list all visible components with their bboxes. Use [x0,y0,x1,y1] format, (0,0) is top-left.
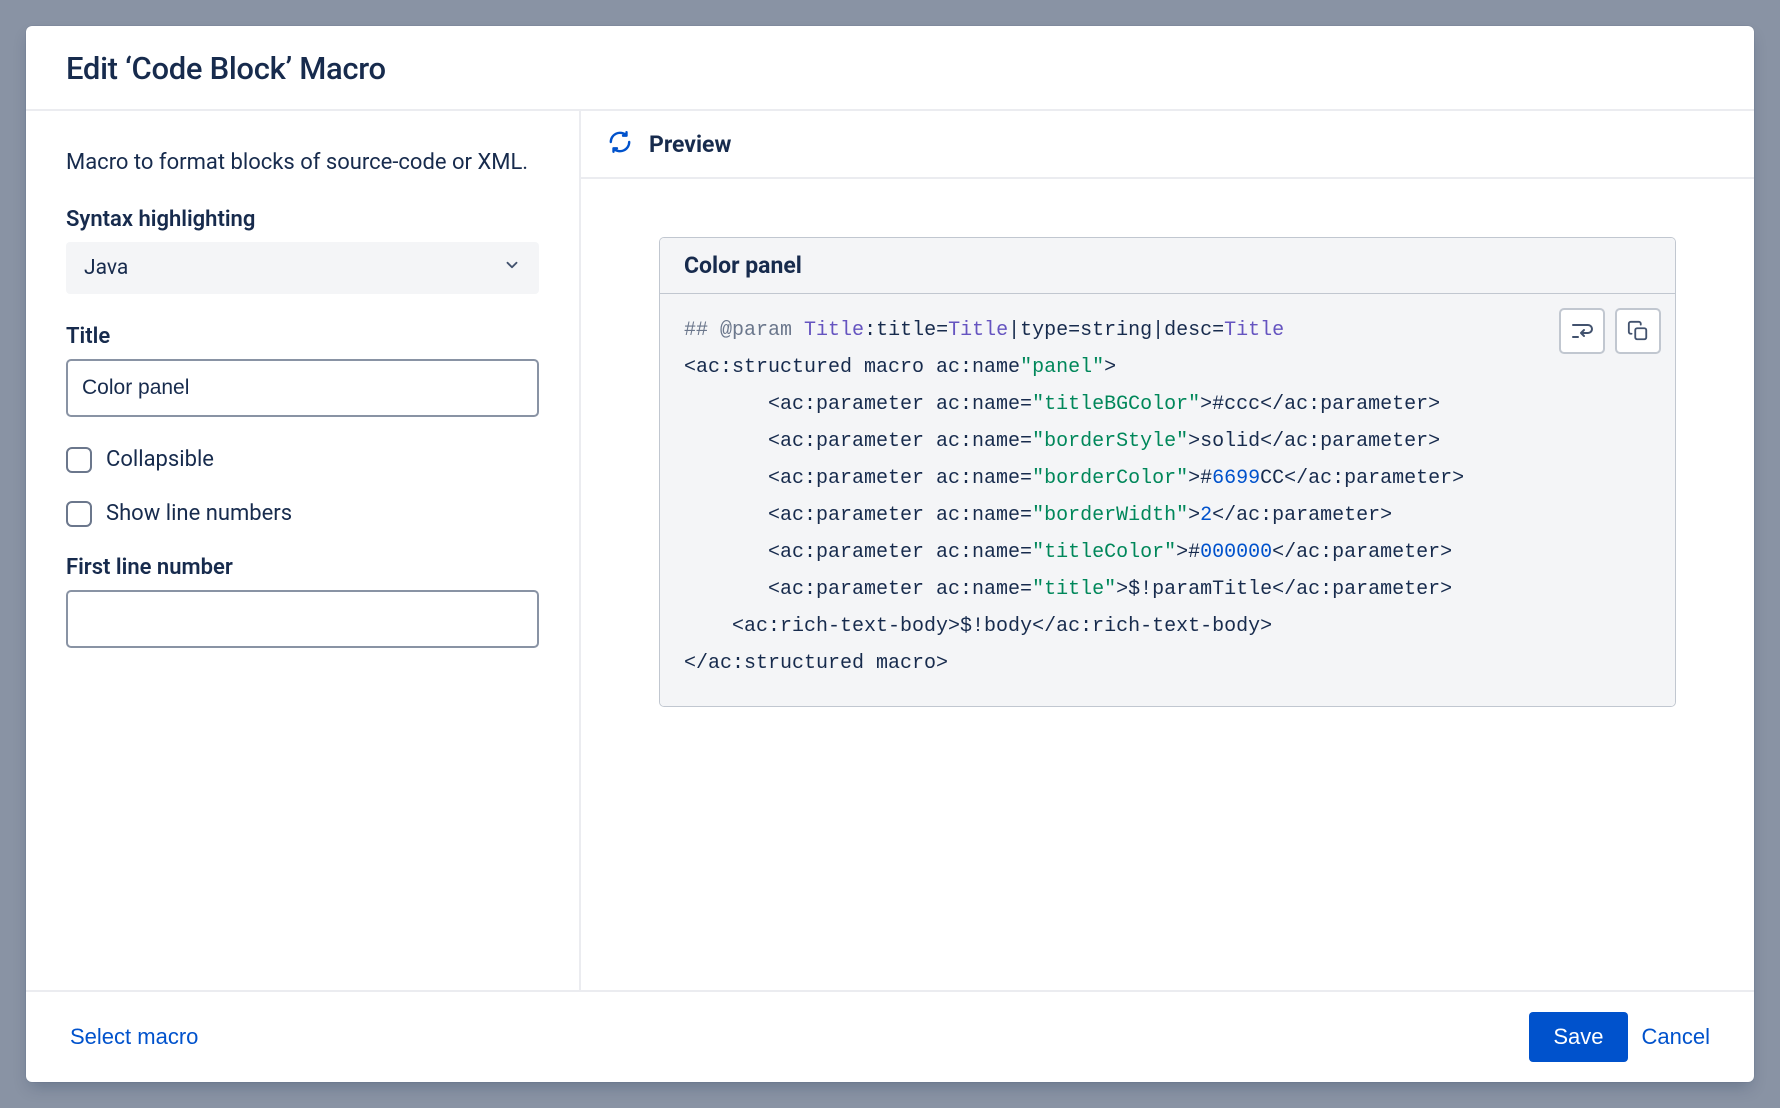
dialog-footer: Select macro Save Cancel [26,990,1754,1082]
first-line-field-group: First line number [66,555,539,648]
code-token: </ac:parameter> [1212,504,1392,527]
chevron-down-icon [503,256,521,280]
code-panel-title: Color panel [660,238,1675,294]
select-macro-link[interactable]: Select macro [66,1016,202,1058]
code-token: >solid</ac:parameter> [1188,430,1440,453]
code-token: 6699 [1212,467,1260,490]
preview-title: Preview [649,131,731,158]
code-token [684,541,768,564]
collapsible-checkbox[interactable] [66,447,92,473]
code-token: ## [684,319,720,342]
preview-pane: Preview Color panel ## @param Title:titl… [581,111,1754,990]
code-token: </ac:parameter> [1272,541,1452,564]
collapsible-label: Collapsible [106,447,214,472]
code-token: <ac:parameter ac:name= [768,504,1032,527]
title-field-group: Title [66,324,539,417]
code-token: "titleBGColor" [1032,393,1200,416]
dialog-header: Edit ‘Code Block’ Macro [26,26,1754,111]
title-input[interactable] [66,359,539,417]
code-token: <ac:parameter ac:name= [768,467,1032,490]
code-token: </ac:structured macro> [684,652,948,675]
code-token: Title [948,319,1008,342]
code-token: >$!paramTitle</ac:parameter> [1116,578,1452,601]
code-token [684,504,768,527]
code-token: <ac:parameter ac:name= [768,541,1032,564]
code-panel: Color panel ## @param Title:title=Title|… [659,237,1676,707]
copy-button[interactable] [1615,308,1661,354]
line-numbers-checkbox[interactable] [66,501,92,527]
save-button[interactable]: Save [1529,1012,1627,1062]
line-numbers-label: Show line numbers [106,501,292,526]
code-token: <ac:parameter ac:name= [768,430,1032,453]
code-token [684,578,768,601]
preview-body: Color panel ## @param Title:title=Title|… [581,179,1754,990]
code-token: ># [1188,467,1212,490]
code-token: > [1188,504,1200,527]
preview-header: Preview [581,111,1754,179]
code-token: "titleColor" [1032,541,1176,564]
code-token: "title" [1032,578,1116,601]
syntax-label: Syntax highlighting [66,207,539,232]
code-token: <ac:rich-text-body>$!body</ac:rich-text-… [732,615,1272,638]
code-token [792,319,804,342]
code-panel-body: ## @param Title:title=Title|type=string|… [660,294,1675,706]
code-actions [1559,308,1661,354]
code-token: "panel" [1020,356,1104,379]
code-token: "borderStyle" [1032,430,1188,453]
code-token: <ac:parameter ac:name= [768,578,1032,601]
code-token [684,430,768,453]
refresh-icon[interactable] [607,129,633,159]
title-label: Title [66,324,539,349]
code-token: "borderColor" [1032,467,1188,490]
code-token: ># [1176,541,1200,564]
macro-config-sidebar: Macro to format blocks of source-code or… [26,111,581,990]
code-token [684,615,732,638]
cancel-button[interactable]: Cancel [1638,1016,1714,1058]
code-token: <ac:structured macro ac:name [684,356,1020,379]
code-token [684,393,768,416]
syntax-field-group: Syntax highlighting Java [66,207,539,294]
macro-edit-dialog: Edit ‘Code Block’ Macro Macro to format … [26,26,1754,1082]
code-token: Title [1224,319,1284,342]
code-token: "borderWidth" [1032,504,1188,527]
code-token [684,467,768,490]
code-token: >#ccc</ac:parameter> [1200,393,1440,416]
syntax-select[interactable]: Java [66,242,539,294]
code-token: |type=string|desc= [1008,319,1224,342]
line-numbers-row: Show line numbers [66,501,539,527]
code-token: <ac:parameter ac:name= [768,393,1032,416]
code-token: 000000 [1200,541,1272,564]
dialog-title: Edit ‘Code Block’ Macro [66,50,1714,87]
first-line-input[interactable] [66,590,539,648]
code-token: :title= [864,319,948,342]
code-token: > [1104,356,1116,379]
code-token: CC</ac:parameter> [1260,467,1464,490]
syntax-select-value: Java [84,256,128,280]
macro-description: Macro to format blocks of source-code or… [66,147,539,179]
dialog-body: Macro to format blocks of source-code or… [26,111,1754,990]
first-line-label: First line number [66,555,539,580]
code-token: @param [720,319,792,342]
wrap-lines-button[interactable] [1559,308,1605,354]
code-token: Title [804,319,864,342]
code-token: 2 [1200,504,1212,527]
footer-actions: Save Cancel [1529,1012,1714,1062]
collapsible-row: Collapsible [66,447,539,473]
